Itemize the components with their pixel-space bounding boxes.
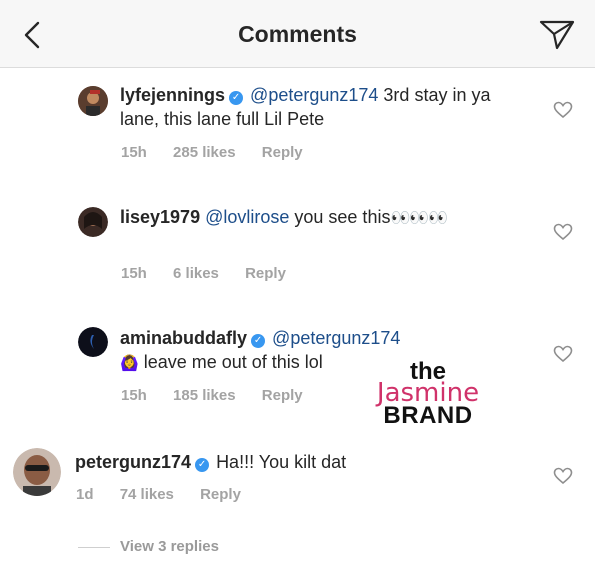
avatar[interactable] xyxy=(78,327,108,357)
comment-body: leave me out of this lol xyxy=(138,352,323,372)
like-button[interactable] xyxy=(553,101,573,119)
comment-likes[interactable]: 6 likes xyxy=(173,265,219,282)
comment-meta: 1d 74 likes Reply xyxy=(76,486,263,503)
page-title: Comments xyxy=(238,21,357,47)
like-button[interactable] xyxy=(553,345,573,363)
heart-icon xyxy=(553,345,573,363)
verified-badge-icon: ✓ xyxy=(195,458,210,472)
avatar[interactable] xyxy=(78,86,108,116)
verified-badge-icon: ✓ xyxy=(251,334,266,348)
replies-divider xyxy=(78,546,110,548)
comment-username[interactable]: lisey1979 xyxy=(120,207,200,227)
comment-likes[interactable]: 74 likes xyxy=(120,486,174,503)
comment-text: petergunz174 ✓ Ha!!! You kilt dat xyxy=(75,450,535,474)
comment-mention[interactable]: @petergunz174 xyxy=(272,328,400,348)
comment-time: 15h xyxy=(121,144,147,161)
avatar[interactable] xyxy=(13,448,61,496)
comment-text: lisey1979 @lovlirose you see this👀👀👀 xyxy=(120,205,530,231)
comment-likes[interactable]: 285 likes xyxy=(173,144,236,161)
comment-meta: 15h 185 likes Reply xyxy=(121,387,325,404)
heart-icon xyxy=(553,101,573,119)
reply-button[interactable]: Reply xyxy=(262,144,303,161)
avatar[interactable] xyxy=(78,207,108,237)
shrug-emoji: 🙆‍♀️ xyxy=(120,355,139,372)
comment-username[interactable]: lyfejennings xyxy=(120,85,225,105)
reply-button[interactable]: Reply xyxy=(262,387,303,404)
comment-text: lyfejennings ✓ @petergunz174 3rd stay in … xyxy=(120,83,530,131)
comments-header: Comments xyxy=(0,0,595,68)
like-button[interactable] xyxy=(553,467,573,485)
comment-username[interactable]: petergunz174 xyxy=(75,452,191,472)
comment-time: 15h xyxy=(121,387,147,404)
comment-meta: 15h 6 likes Reply xyxy=(121,265,308,282)
verified-badge-icon: ✓ xyxy=(229,91,244,105)
comment-likes[interactable]: 185 likes xyxy=(173,387,236,404)
eyes-emoji: 👀👀👀 xyxy=(390,210,448,227)
watermark-logo: the Jasmine BRAND xyxy=(363,360,493,428)
comment-body: you see this xyxy=(289,207,391,227)
like-button[interactable] xyxy=(553,223,573,241)
comment-time: 1d xyxy=(76,486,94,503)
share-button[interactable] xyxy=(537,16,577,52)
comment-time: 15h xyxy=(121,265,147,282)
view-replies-button[interactable]: View 3 replies xyxy=(78,538,219,555)
paper-plane-icon xyxy=(539,20,575,50)
comment-username[interactable]: aminabuddafly xyxy=(120,328,247,348)
comment-mention[interactable]: @petergunz174 xyxy=(250,85,378,105)
heart-icon xyxy=(553,223,573,241)
reply-button[interactable]: Reply xyxy=(200,486,241,503)
comment-meta: 15h 285 likes Reply xyxy=(121,144,325,161)
reply-button[interactable]: Reply xyxy=(245,265,286,282)
comment-mention[interactable]: @lovlirose xyxy=(205,207,289,227)
comment-body: Ha!!! You kilt dat xyxy=(216,452,347,472)
view-replies-label: View 3 replies xyxy=(120,538,219,555)
heart-icon xyxy=(553,467,573,485)
